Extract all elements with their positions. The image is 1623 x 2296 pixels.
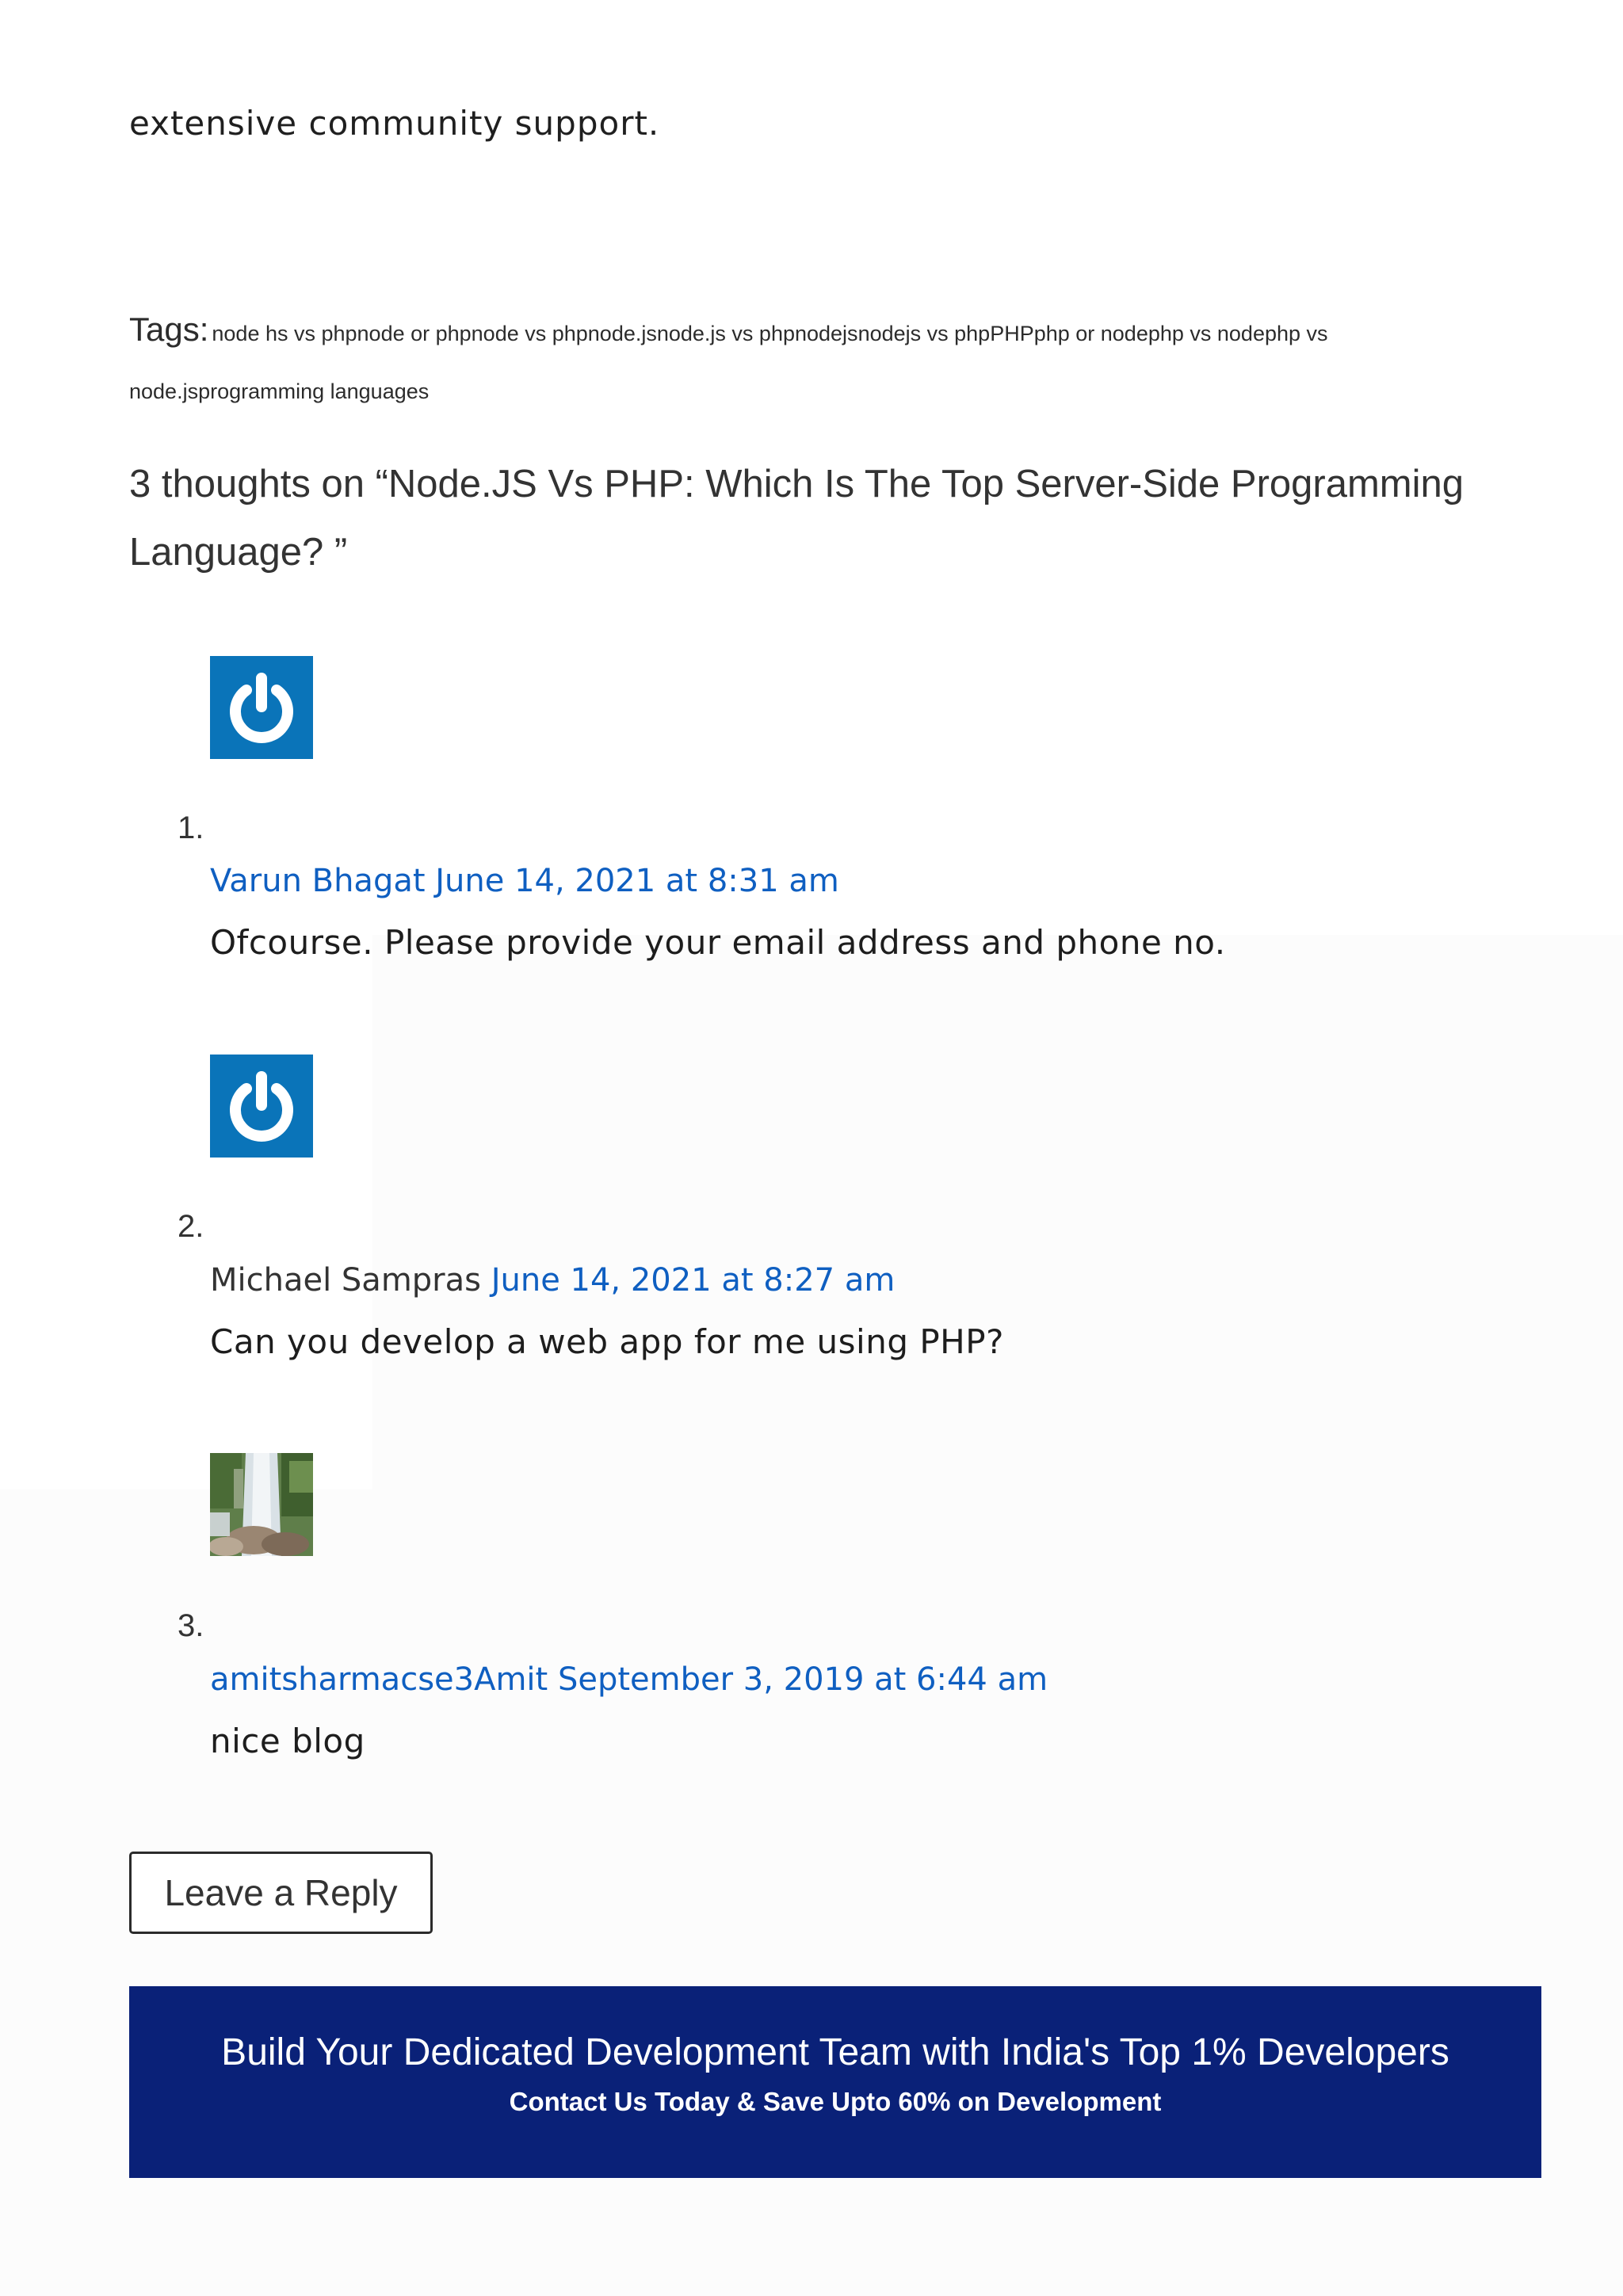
comment-meta: Michael Sampras June 14, 2021 at 8:27 am [210, 1258, 895, 1302]
tag-link[interactable]: programming languages [198, 379, 429, 403]
comment-number: 3. [178, 1608, 204, 1643]
waterfall-photo-icon [210, 1453, 313, 1556]
comment-text: Ofcourse. Please provide your email addr… [210, 923, 1226, 962]
comment-meta: amitsharmacse3Amit September 3, 2019 at … [210, 1657, 1048, 1702]
comment-item: 3. amitsharmacse3Amit September 3, 2019 … [0, 0, 1506, 1760]
power-icon-svg [230, 673, 293, 743]
leave-reply-button[interactable]: Leave a Reply [129, 1852, 433, 1934]
comment-number: 1. [178, 810, 204, 845]
cta-banner[interactable]: Build Your Dedicated Development Team wi… [129, 1986, 1541, 2178]
power-icon-svg [230, 1071, 293, 1142]
waterfall-photo-avatar [210, 1453, 313, 1556]
power-icon [210, 1055, 313, 1158]
power-icon [210, 656, 313, 759]
comment-date-link[interactable]: June 14, 2021 at 8:31 am [435, 863, 839, 899]
cta-heading: Build Your Dedicated Development Team wi… [221, 2031, 1449, 2073]
comment-author-link[interactable]: amitsharmacse3Amit [210, 1661, 548, 1698]
comment-author-link[interactable]: Varun Bhagat [210, 863, 426, 899]
comment-date-link[interactable]: June 14, 2021 at 8:27 am [491, 1262, 896, 1299]
comment-number: 2. [178, 1209, 204, 1244]
comment-text: Can you develop a web app for me using P… [210, 1322, 1004, 1361]
page: extensive community support. Tags: node h… [0, 0, 1623, 2296]
comments-title: 3 thoughts on “Node.JS Vs PHP: Which Is … [129, 463, 1465, 574]
comment-author-name: Michael Sampras [210, 1262, 481, 1299]
comment-date-link[interactable]: September 3, 2019 at 6:44 am [558, 1661, 1048, 1698]
comment-text: nice blog [210, 1722, 365, 1760]
comment-meta: Varun Bhagat June 14, 2021 at 8:31 am [210, 859, 839, 903]
cta-subheading: Contact Us Today & Save Upto 60% on Deve… [509, 2087, 1162, 2116]
